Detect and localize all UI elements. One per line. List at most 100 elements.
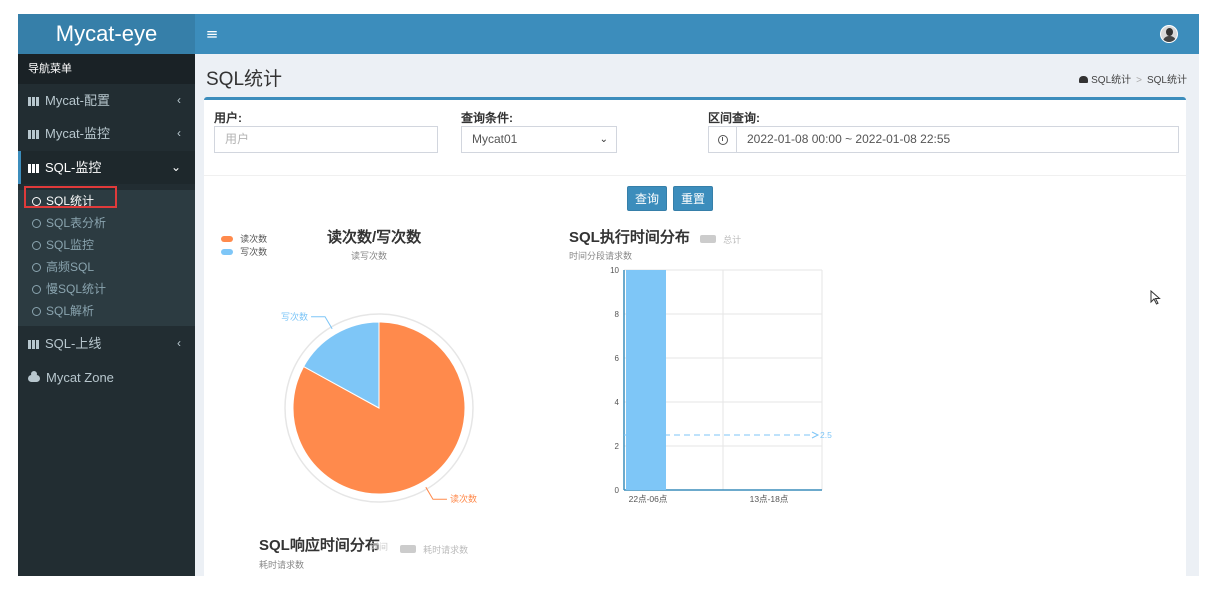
- grid-icon: [28, 97, 39, 106]
- top-navbar: Mycat-eye ≡: [18, 14, 1199, 54]
- submenu-label: 高频SQL: [46, 260, 95, 274]
- mark-line-arrow: [811, 431, 820, 439]
- circle-icon: [32, 263, 41, 272]
- chevron-left-icon: ‹: [177, 126, 181, 140]
- breadcrumb-separator: >: [1136, 75, 1142, 86]
- chevron-down-icon: ⌄: [170, 160, 181, 174]
- sidebar-item-label: Mycat Zone: [46, 370, 114, 385]
- x-tick-label: 13点-18点: [750, 494, 789, 504]
- pie-slice-label-0: 读次数: [450, 493, 477, 504]
- hamburger-icon[interactable]: ≡: [204, 24, 220, 44]
- response-chart-title: SQL响应时间分布: [259, 537, 380, 554]
- date-range-input[interactable]: 2022-01-08 00:00 ~ 2022-01-08 22:55: [708, 126, 1179, 153]
- user-input[interactable]: 用户: [214, 126, 438, 153]
- bar-chart-title: SQL执行时间分布: [569, 229, 690, 246]
- sidebar-item-mycat-zone[interactable]: Mycat Zone: [18, 361, 195, 394]
- circle-icon: [32, 241, 41, 250]
- y-tick-label: 10: [610, 266, 619, 275]
- app-root: Mycat-eye ≡ 导航菜单 Mycat-配置 ‹ Mycat-监控 ‹ S…: [0, 0, 1217, 598]
- breadcrumb-current: SQL统计: [1146, 75, 1187, 86]
- sidebar-title: 导航菜单: [18, 54, 195, 84]
- circle-icon: [32, 285, 41, 294]
- legend-label-time[interactable]: 时间: [370, 540, 388, 553]
- sidebar-item-sql-online[interactable]: SQL-上线 ‹: [18, 327, 195, 360]
- page-title: SQL统计: [206, 69, 283, 90]
- pie-chart-subtitle: 读写次数: [351, 251, 388, 261]
- legend-swatch-total: [700, 235, 716, 243]
- sidebar: 导航菜单 Mycat-配置 ‹ Mycat-监控 ‹ SQL-监控 ⌄ SQL统…: [18, 54, 195, 576]
- legend-swatch-requests: [400, 545, 416, 553]
- submenu-label: SQL表分析: [46, 216, 107, 230]
- grid-icon: [28, 164, 39, 173]
- legend-item-write[interactable]: 写次数: [221, 240, 267, 257]
- y-tick-label: 2: [615, 442, 620, 451]
- user-avatar-icon[interactable]: [1160, 25, 1178, 43]
- sidebar-item-mycat-config[interactable]: Mycat-配置 ‹: [18, 84, 195, 117]
- sidebar-item-label: Mycat-监控: [45, 126, 111, 141]
- response-legend-item[interactable]: 耗时请求数: [400, 538, 468, 557]
- bar-chart-svg: 0 2 4 6 8 10 22点-06点 13点-18点 2.5: [610, 266, 832, 504]
- submenu-label: 慢SQL统计: [46, 282, 107, 296]
- pie-slice-label-1: 写次数: [281, 311, 308, 322]
- sidebar-item-label: SQL-上线: [45, 336, 102, 351]
- legend-label: 总计: [723, 235, 742, 245]
- chevron-left-icon: ‹: [177, 336, 181, 350]
- avatar-body: [1163, 36, 1176, 42]
- legend-swatch-write: [221, 249, 233, 255]
- submenu-item-sql-parse[interactable]: SQL解析: [18, 300, 195, 322]
- pie-chart-svg: 读次数 写次数: [281, 311, 477, 504]
- pie-label-line-1: [311, 316, 333, 330]
- breadcrumb-link[interactable]: SQL统计: [1091, 75, 1131, 86]
- cloud-icon: [28, 371, 40, 382]
- form-divider: [204, 175, 1186, 176]
- response-chart-subtitle: 耗时请求数: [259, 560, 305, 570]
- y-tick-label: 4: [615, 398, 620, 407]
- sidebar-item-mycat-monitor[interactable]: Mycat-监控 ‹: [18, 117, 195, 150]
- clock-face: [717, 135, 728, 145]
- submenu-item-sql-monitor[interactable]: SQL监控: [18, 234, 195, 256]
- grid-icon: [28, 130, 39, 139]
- legend-label: 写次数: [240, 247, 268, 257]
- date-range-value: 2022-01-08 00:00 ~ 2022-01-08 22:55: [747, 132, 951, 146]
- circle-icon: [32, 219, 41, 228]
- submenu-item-slow-sql[interactable]: 慢SQL统计: [18, 278, 195, 300]
- app-logo[interactable]: Mycat-eye: [18, 14, 195, 54]
- submenu-label: SQL监控: [46, 238, 95, 252]
- pie-legend: 读次数 写次数: [221, 227, 267, 257]
- pie-chart-title: 读次数/写次数: [327, 229, 422, 246]
- reset-button[interactable]: 重置: [673, 186, 713, 211]
- pie-legend-read-swatch: [204, 100, 224, 120]
- sql-monitor-submenu: SQL统计 SQL表分析 SQL监控 高频SQL 慢SQL统计 SQL解析: [18, 190, 195, 326]
- condition-select-value: Mycat01: [472, 132, 518, 146]
- submenu-item-high-freq-sql[interactable]: 高频SQL: [18, 256, 195, 278]
- query-button[interactable]: 查询: [627, 186, 667, 211]
- circle-icon: [32, 307, 41, 316]
- sidebar-item-label: SQL-监控: [45, 160, 102, 175]
- y-tick-label: 0: [615, 486, 620, 495]
- chevron-left-icon: ‹: [177, 93, 181, 107]
- bar-legend-item[interactable]: 总计: [700, 228, 741, 247]
- clock-icon: [709, 127, 737, 152]
- condition-select[interactable]: Mycat01 ⌄: [461, 126, 617, 153]
- bar-0[interactable]: [626, 270, 666, 490]
- legend-item-read[interactable]: 读次数: [221, 227, 267, 244]
- grid-icon: [28, 340, 39, 349]
- pie-label-line-0: [425, 486, 447, 500]
- mark-line-label: 2.5: [820, 430, 832, 440]
- mouse-cursor-icon: [1150, 290, 1161, 305]
- x-tick-label: 22点-06点: [629, 494, 668, 504]
- y-tick-label: 8: [615, 310, 620, 319]
- legend-label: 耗时请求数: [423, 545, 469, 555]
- range-label: 区间查询:: [708, 111, 760, 125]
- y-tick-label: 6: [615, 354, 620, 363]
- dashboard-icon: [1079, 76, 1089, 83]
- sidebar-item-label: Mycat-配置: [45, 93, 111, 108]
- avatar-head: [1166, 28, 1173, 36]
- submenu-item-sql-table-analysis[interactable]: SQL表分析: [18, 212, 195, 234]
- browser-viewport: Mycat-eye ≡ 导航菜单 Mycat-配置 ‹ Mycat-监控 ‹ S…: [18, 14, 1199, 576]
- active-item-highlight: [24, 186, 117, 208]
- condition-label: 查询条件:: [461, 111, 513, 125]
- chevron-down-icon: ⌄: [599, 134, 608, 145]
- sidebar-item-sql-monitor[interactable]: SQL-监控 ⌄: [18, 151, 195, 184]
- breadcrumb: SQL统计 > SQL统计: [1079, 71, 1187, 86]
